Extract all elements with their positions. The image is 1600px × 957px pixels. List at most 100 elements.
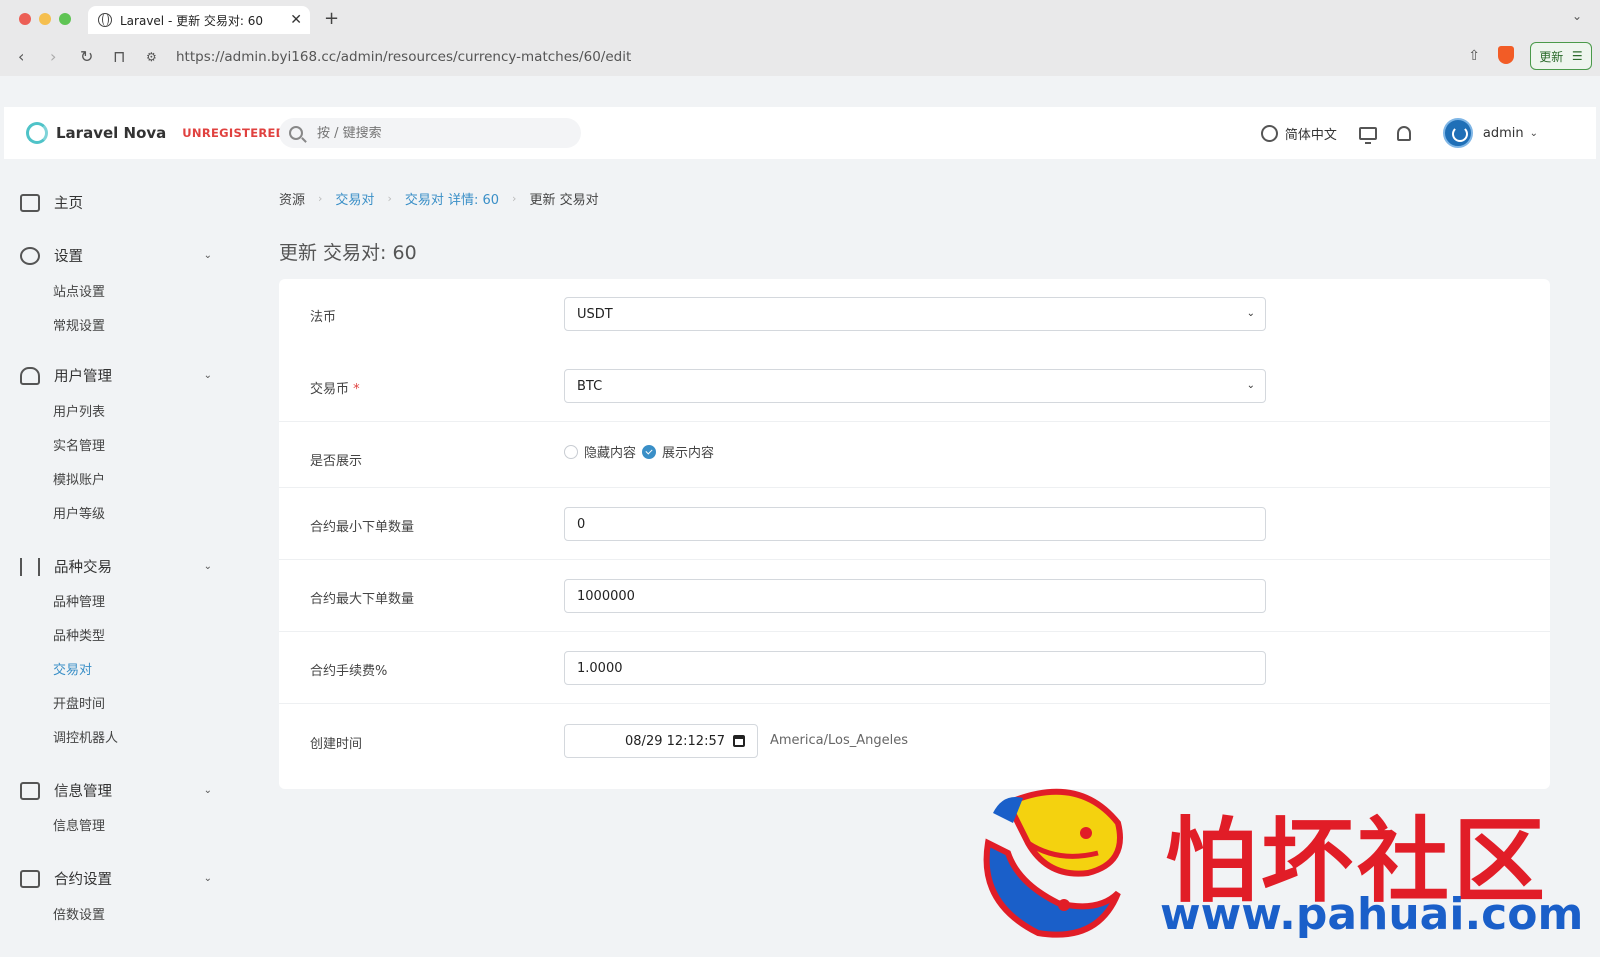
minimize-window-button[interactable] xyxy=(39,13,51,25)
sidebar-item-messages[interactable]: 信息管理 xyxy=(53,815,105,834)
chevron-right-icon: › xyxy=(318,192,323,205)
fiat-select[interactable]: USDT ⌄ xyxy=(564,297,1266,331)
search-input[interactable] xyxy=(317,125,557,141)
back-button[interactable]: ‹ xyxy=(18,47,24,66)
close-window-button[interactable] xyxy=(19,13,31,25)
created-label: 创建时间 xyxy=(310,737,363,752)
chevron-down-icon[interactable]: ⌄ xyxy=(1572,9,1582,23)
fiat-value: USDT xyxy=(577,306,613,322)
sidebar-item-opening-hours[interactable]: 开盘时间 xyxy=(53,693,105,712)
page-title: 更新 交易对: 60 xyxy=(279,242,417,264)
show-radio-label[interactable]: 展示内容 xyxy=(662,442,714,461)
close-icon[interactable]: ✕ xyxy=(290,12,302,28)
language-switcher[interactable]: 简体中文 xyxy=(1260,124,1337,143)
sidebar-item-product-types[interactable]: 品种类型 xyxy=(53,625,105,644)
reload-button[interactable]: ↻ xyxy=(80,47,93,66)
global-search[interactable] xyxy=(279,118,581,148)
gear-icon xyxy=(20,246,40,265)
sidebar-item-site-settings[interactable]: 站点设置 xyxy=(53,281,105,300)
chevron-down-icon[interactable]: ⌄ xyxy=(204,250,212,261)
site-settings-icon[interactable]: ⚙ xyxy=(146,50,164,64)
breadcrumb-current: 更新 交易对 xyxy=(529,193,599,208)
address-bar[interactable]: ⚙ https://admin.byi168.cc/admin/resource… xyxy=(146,42,1486,72)
sidebar-item-multiplier[interactable]: 倍数设置 xyxy=(53,904,105,923)
forward-button[interactable]: › xyxy=(50,47,56,66)
browser-tab[interactable]: Laravel - 更新 交易对: 60 ✕ xyxy=(88,6,310,34)
maximize-window-button[interactable] xyxy=(59,13,71,25)
chevron-down-icon[interactable]: ⌄ xyxy=(1530,128,1538,139)
search-icon xyxy=(289,126,303,140)
sidebar-item-general-settings[interactable]: 常规设置 xyxy=(53,315,105,334)
edit-form: 法币 USDT ⌄ 交易币 * BTC ⌄ 是否展示 隐藏内容 展示内容 合约最… xyxy=(279,279,1550,789)
update-label: 更新 xyxy=(1539,49,1564,64)
sidebar-group-label: 合约设置 xyxy=(54,872,112,888)
form-row-coin: 交易币 * BTC ⌄ xyxy=(279,349,1550,421)
max-order-label: 合约最大下单数量 xyxy=(310,592,415,607)
browser-chrome: Laravel - 更新 交易对: 60 ✕ + ⌄ ‹ › ↻ ⊓ ⚙ htt… xyxy=(0,0,1600,76)
window-controls xyxy=(19,13,71,25)
fee-input[interactable]: 1.0000 xyxy=(564,651,1266,685)
show-radio[interactable] xyxy=(642,444,657,459)
timezone-label: America/Los_Angeles xyxy=(770,733,909,748)
app-header: Laravel Nova UNREGISTERED 简体中文 admin ⌄ xyxy=(4,107,1596,159)
form-row-show: 是否展示 隐藏内容 展示内容 xyxy=(279,421,1550,487)
sidebar-group-contracts[interactable]: 合约设置 ⌄ xyxy=(20,868,212,889)
sidebar-group-settings[interactable]: 设置 ⌄ xyxy=(20,245,212,266)
monitor-icon[interactable] xyxy=(1358,126,1377,144)
hide-radio[interactable] xyxy=(564,444,578,459)
chevron-down-icon[interactable]: ⌄ xyxy=(204,370,212,381)
hide-radio-label[interactable]: 隐藏内容 xyxy=(584,442,636,461)
header-actions: 简体中文 admin ⌄ xyxy=(1260,107,1538,159)
chevron-down-icon[interactable]: ⌄ xyxy=(204,785,212,796)
user-name[interactable]: admin xyxy=(1483,126,1524,141)
breadcrumb-link[interactable]: 交易对 详情: 60 xyxy=(405,189,499,208)
sidebar-item-kyc[interactable]: 实名管理 xyxy=(53,435,105,454)
coin-select[interactable]: BTC ⌄ xyxy=(564,369,1266,403)
required-mark: * xyxy=(353,382,360,397)
created-value: 08/29 12:12:57 xyxy=(625,733,725,749)
chevron-right-icon: › xyxy=(512,192,517,205)
unregistered-badge: UNREGISTERED xyxy=(182,126,286,140)
coin-value: BTC xyxy=(577,378,603,394)
min-order-input[interactable]: 0 xyxy=(564,507,1266,541)
calendar-icon[interactable] xyxy=(733,735,745,747)
chevron-right-icon: › xyxy=(387,192,392,205)
form-row-fiat: 法币 USDT ⌄ xyxy=(279,279,1550,349)
sidebar-group-messages[interactable]: 信息管理 ⌄ xyxy=(20,780,212,801)
sidebar-item-user-list[interactable]: 用户列表 xyxy=(53,401,105,420)
users-icon xyxy=(20,366,40,385)
new-tab-button[interactable]: + xyxy=(324,8,339,29)
logo[interactable]: Laravel Nova UNREGISTERED xyxy=(26,122,286,144)
brave-shield-icon[interactable] xyxy=(1498,46,1514,64)
nav-bar: ‹ › ↻ ⊓ ⚙ https://admin.byi168.cc/admin/… xyxy=(0,38,1600,76)
tab-title: Laravel - 更新 交易对: 60 xyxy=(120,13,264,28)
breadcrumb: 资源 › 交易对 › 交易对 详情: 60 › 更新 交易对 xyxy=(279,189,599,208)
max-order-input[interactable]: 1000000 xyxy=(564,579,1266,613)
breadcrumb-link[interactable]: 交易对 xyxy=(335,189,374,208)
sidebar-item-label: 主页 xyxy=(54,196,83,212)
sidebar-item-demo-accounts[interactable]: 模拟账户 xyxy=(53,469,105,488)
url-path: /admin/resources/currency-matches/60/edi… xyxy=(336,49,632,65)
watermark-url: www.pahuai.com xyxy=(1160,889,1584,940)
sidebar-group-label: 设置 xyxy=(54,249,83,265)
message-icon xyxy=(20,781,40,800)
sidebar-group-users[interactable]: 用户管理 ⌄ xyxy=(20,365,212,386)
avatar[interactable] xyxy=(1442,118,1473,148)
share-icon[interactable]: ⇧ xyxy=(1468,48,1480,64)
bookmark-icon[interactable]: ⊓ xyxy=(113,47,125,66)
sidebar-item-user-levels[interactable]: 用户等级 xyxy=(53,503,105,522)
sidebar-item-trading-pairs[interactable]: 交易对 xyxy=(53,659,92,678)
breadcrumb-item: 资源 xyxy=(279,193,306,208)
bell-icon[interactable] xyxy=(1396,125,1411,141)
sidebar-group-trading[interactable]: 品种交易 ⌄ xyxy=(20,556,212,577)
chevron-down-icon[interactable]: ⌄ xyxy=(204,561,212,572)
sidebar-item-control-robot[interactable]: 调控机器人 xyxy=(53,727,118,746)
show-radio-group: 隐藏内容 展示内容 xyxy=(564,442,720,461)
sidebar-item-home[interactable]: 主页 xyxy=(20,192,212,213)
sidebar-item-products[interactable]: 品种管理 xyxy=(53,591,105,610)
chevron-down-icon[interactable]: ⌄ xyxy=(204,873,212,884)
max-order-value: 1000000 xyxy=(577,588,635,604)
update-button[interactable]: 更新 ☰ xyxy=(1530,42,1592,70)
chevron-down-icon: ⌄ xyxy=(1246,308,1255,319)
created-datetime-input[interactable]: 08/29 12:12:57 xyxy=(564,724,758,758)
